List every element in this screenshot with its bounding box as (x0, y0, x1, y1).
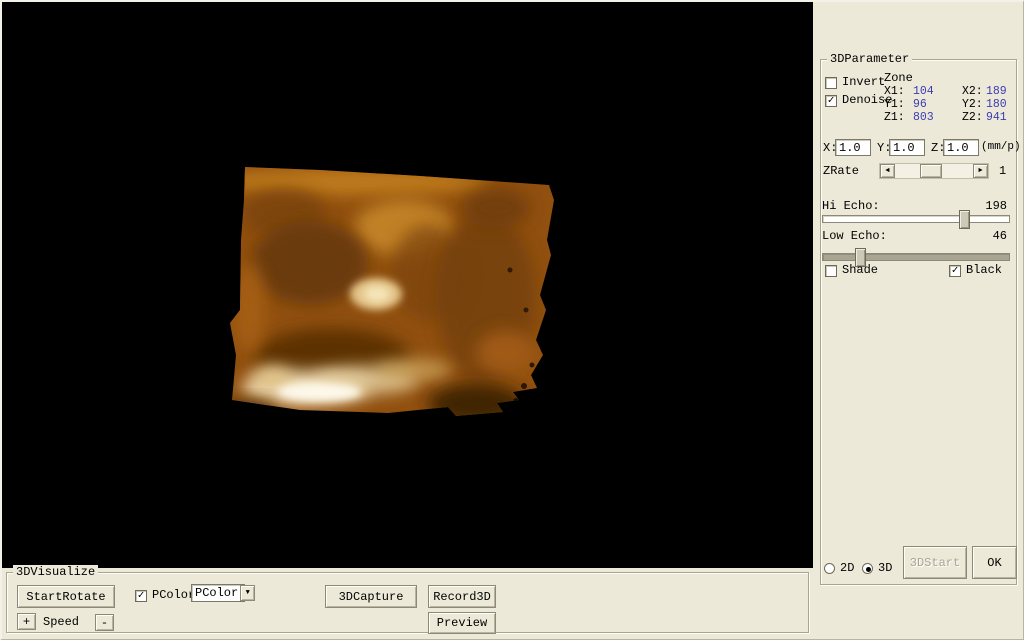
zone-block: Zone X1: 104 X2: 189 Y1: 96 Y2: 180 Z1: … (884, 71, 1007, 125)
denoise-checkbox-box[interactable]: ✓ (825, 94, 837, 107)
zone-x1-label: X1: (884, 85, 905, 98)
speed-plus-button[interactable]: + (17, 613, 36, 630)
speed-label: Speed (43, 615, 80, 629)
zone-row-z: Z1: 803 Z2: 941 (884, 111, 1007, 124)
pcolor-dropdown-value: PColor (195, 586, 239, 600)
zrate-scrollbar[interactable]: ◄ ► (879, 163, 989, 179)
invert-checkbox[interactable]: Invert (825, 76, 885, 89)
pcolor-checkbox-box[interactable]: ✓ (135, 589, 147, 602)
scale-y-input[interactable] (889, 139, 925, 156)
zone-y1-value: 96 (913, 98, 927, 111)
zone-row-x: X1: 104 X2: 189 (884, 85, 1007, 98)
3d-volume-render (230, 167, 554, 416)
zone-z2-value: 941 (986, 111, 1007, 124)
zone-y1-label: Y1: (884, 98, 905, 111)
radio-2d-label: 2D (840, 561, 855, 575)
scale-unit-label: (mm/p) (981, 141, 1021, 153)
shade-checkbox[interactable]: Shade (825, 264, 878, 277)
parameter-group-title: 3DParameter (827, 52, 913, 66)
zone-y2-value: 180 (986, 98, 1007, 111)
radio-3d-label: 3D (878, 561, 893, 575)
hi-echo-slider[interactable] (822, 210, 1010, 229)
shade-checkbox-box[interactable] (825, 264, 837, 277)
invert-checkbox-box[interactable] (825, 76, 837, 89)
low-echo-label: Low Echo: (822, 229, 887, 243)
radio-2d-circle[interactable] (824, 563, 835, 574)
black-checkbox[interactable]: ✓ Black (949, 264, 1002, 277)
zone-x2-label: X2: (962, 85, 983, 98)
hi-echo-thumb[interactable] (959, 210, 970, 229)
speed-minus-button[interactable]: - (95, 614, 114, 631)
start-rotate-button[interactable]: StartRotate (17, 585, 115, 608)
radio-3d-circle[interactable] (862, 563, 873, 574)
visualize-group-title: 3DVisualize (13, 565, 99, 579)
shade-label: Shade (842, 263, 879, 277)
radio-2d[interactable]: 2D (824, 562, 854, 575)
parameter-panel: 3DParameter Invert ✓ Denoise Zone X1: 10… (813, 2, 1022, 639)
app-window: 3DParameter Invert ✓ Denoise Zone X1: 10… (0, 0, 1024, 640)
zrate-scroll-right-icon[interactable]: ► (973, 164, 988, 178)
zrate-thumb[interactable] (920, 164, 942, 178)
hi-echo-label: Hi Echo: (822, 199, 880, 213)
pcolor-dropdown-arrow-icon[interactable]: ▼ (240, 585, 256, 601)
zone-row-y: Y1: 96 Y2: 180 (884, 98, 1007, 111)
low-echo-value: 46 (992, 229, 1007, 243)
hi-echo-value: 198 (985, 199, 1007, 213)
ok-button[interactable]: OK (972, 546, 1017, 579)
zone-z1-label: Z1: (884, 111, 905, 124)
parameter-groupbox: 3DParameter Invert ✓ Denoise Zone X1: 10… (820, 52, 1021, 585)
zone-x2-value: 189 (986, 85, 1007, 98)
scale-x-input[interactable] (835, 139, 871, 156)
black-label: Black (966, 263, 1003, 277)
pcolor-dropdown[interactable]: PColor ▼ (191, 584, 256, 602)
zrate-label: ZRate (823, 164, 860, 178)
scale-z-input[interactable] (943, 139, 979, 156)
zrate-value: 1 (999, 164, 1007, 178)
3dcapture-button[interactable]: 3DCapture (325, 585, 417, 608)
zone-z2-label: Z2: (962, 111, 983, 124)
pcolor-checkbox[interactable]: ✓ PColor (135, 589, 195, 602)
zone-y2-label: Y2: (962, 98, 983, 111)
preview-button[interactable]: Preview (428, 612, 496, 634)
zrate-track[interactable] (895, 164, 973, 178)
low-echo-slider[interactable] (822, 248, 1010, 267)
denoise-checkbox[interactable]: ✓ Denoise (825, 94, 892, 107)
3d-viewport[interactable] (2, 2, 813, 568)
zone-x1-value: 104 (913, 85, 934, 98)
record3d-button[interactable]: Record3D (428, 585, 496, 608)
radio-3d[interactable]: 3D (862, 562, 892, 575)
visualize-panel: 3DVisualize StartRotate + Speed - ✓ PCol… (2, 565, 813, 639)
zrate-scroll-left-icon[interactable]: ◄ (880, 164, 895, 178)
black-checkbox-box[interactable]: ✓ (949, 264, 961, 277)
invert-label: Invert (842, 75, 886, 89)
3dstart-button[interactable]: 3DStart (903, 546, 967, 579)
visualize-groupbox: 3DVisualize StartRotate + Speed - ✓ PCol… (6, 565, 809, 634)
pcolor-label: PColor (152, 588, 196, 602)
zone-label: Zone (884, 71, 913, 85)
zone-z1-value: 803 (913, 111, 934, 124)
